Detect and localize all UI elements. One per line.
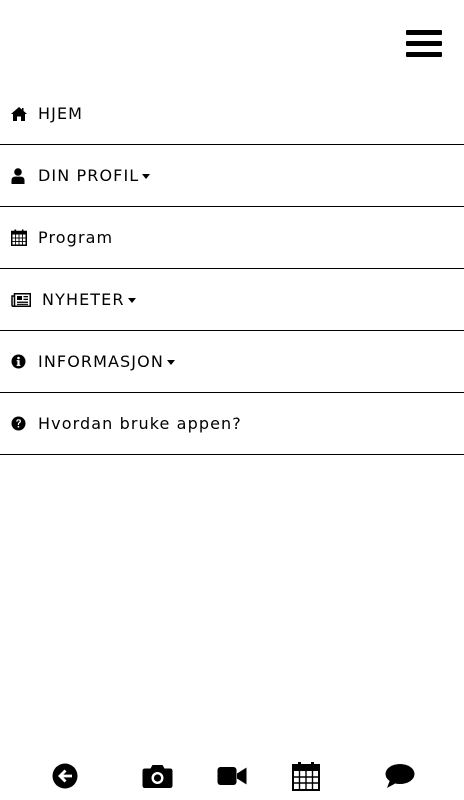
user-icon xyxy=(11,167,29,185)
video-button[interactable] xyxy=(215,758,249,794)
menu-item-label: Hvordan bruke appen? xyxy=(38,413,242,433)
dropdown-caret-icon xyxy=(142,174,151,179)
back-arrow-icon xyxy=(52,763,78,789)
menu-item-label: INFORMASJON xyxy=(38,351,164,371)
menu-item-informasjon[interactable]: INFORMASJON xyxy=(0,331,464,393)
bottom-nav-bar xyxy=(0,758,464,794)
video-camera-icon xyxy=(217,767,247,785)
dropdown-caret-icon xyxy=(166,360,175,365)
newspaper-icon xyxy=(11,291,31,309)
menu-item-program[interactable]: Program xyxy=(0,207,464,269)
calendar-icon xyxy=(292,762,320,791)
menu-item-hvordan-bruke-appen[interactable]: Hvordan bruke appen? xyxy=(0,393,464,455)
camera-icon xyxy=(142,765,172,788)
menu-item-nyheter[interactable]: NYHETER xyxy=(0,269,464,331)
chat-bubble-icon xyxy=(385,764,415,788)
chat-button[interactable] xyxy=(383,758,417,794)
side-menu: HJEM DIN PROFIL Program NYHETER INFORMAS… xyxy=(0,83,464,455)
dropdown-caret-icon xyxy=(127,298,136,303)
menu-item-label: Program xyxy=(38,227,114,247)
menu-item-label: HJEM xyxy=(38,103,84,123)
menu-item-hjem[interactable]: HJEM xyxy=(0,83,464,145)
menu-item-label: DIN PROFIL xyxy=(38,165,140,185)
hamburger-menu-icon[interactable] xyxy=(406,28,442,60)
question-circle-icon xyxy=(11,415,29,433)
menu-item-din-profil[interactable]: DIN PROFIL xyxy=(0,145,464,207)
menu-item-label: NYHETER xyxy=(42,289,125,309)
calendar-icon xyxy=(11,229,29,247)
back-button[interactable] xyxy=(50,758,80,794)
home-icon xyxy=(11,105,29,123)
camera-button[interactable] xyxy=(140,758,174,794)
calendar-button[interactable] xyxy=(290,758,322,794)
info-circle-icon xyxy=(11,353,29,371)
